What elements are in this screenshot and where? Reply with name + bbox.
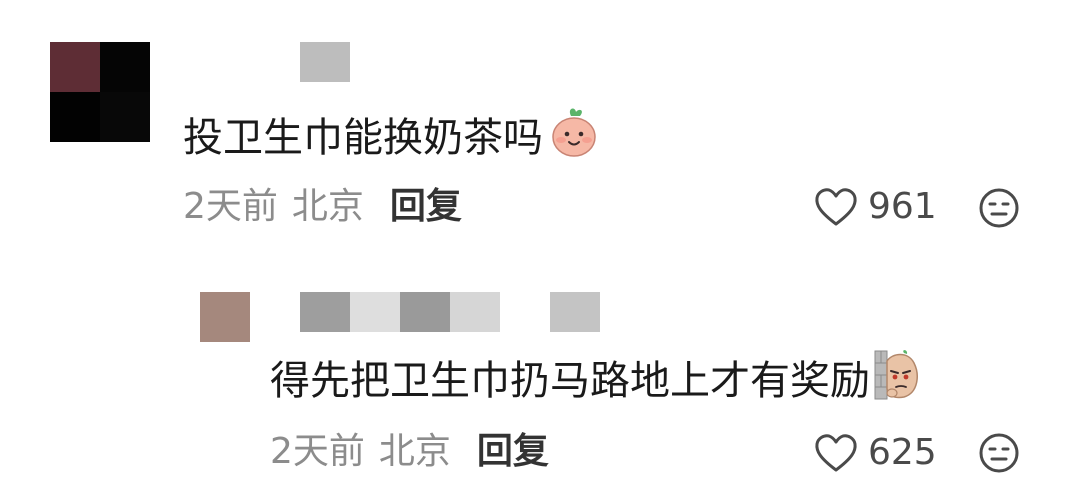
heart-outline-icon [814, 433, 858, 473]
heart-outline-icon [814, 187, 858, 227]
comment-time: 2天前 [270, 431, 365, 472]
like-button[interactable]: 625 [814, 432, 937, 473]
dislike-button[interactable] [978, 187, 1020, 229]
comment-text-content: 投卫生巾能换奶茶吗 [183, 115, 543, 161]
comment-text-content: 得先把卫生巾扔马路地上才有奖励 [270, 358, 870, 404]
dislike-button[interactable] [978, 432, 1020, 474]
username-mosaic[interactable] [300, 292, 600, 332]
mosaic-block [350, 292, 400, 332]
mosaic-block [500, 292, 550, 332]
comment-text: 投卫生巾能换奶茶吗 [183, 106, 599, 170]
comment-location: 北京 [291, 186, 364, 227]
like-count: 961 [868, 186, 937, 227]
avatar[interactable] [50, 42, 150, 142]
comment-time: 2天前 [183, 186, 278, 227]
mosaic-block [300, 292, 350, 332]
comment-meta: 2天前 北京 回复 [270, 430, 549, 474]
mosaic-block [350, 42, 400, 82]
mosaic-block [300, 42, 350, 82]
username-mosaic[interactable] [300, 42, 400, 82]
mosaic-block [550, 292, 600, 332]
peach-smile-emoji [549, 106, 599, 170]
comment-location: 北京 [378, 431, 451, 472]
like-button[interactable]: 961 [814, 186, 937, 227]
comment-text: 得先把卫生巾扔马路地上才有奖励 [270, 349, 922, 413]
avatar-pixel [100, 42, 150, 92]
reply-button[interactable]: 回复 [390, 185, 462, 229]
avatar[interactable] [200, 292, 250, 342]
meh-face-icon [978, 187, 1020, 229]
mosaic-block [400, 292, 450, 332]
peeking-bean-emoji [874, 349, 922, 413]
mosaic-block [450, 292, 500, 332]
like-count: 625 [868, 432, 937, 473]
reply-button[interactable]: 回复 [477, 430, 549, 474]
comment-meta: 2天前 北京 回复 [183, 185, 462, 229]
avatar-pixel [100, 92, 150, 142]
avatar-pixel [50, 42, 100, 92]
meh-face-icon [978, 432, 1020, 474]
avatar-pixel [50, 92, 100, 142]
